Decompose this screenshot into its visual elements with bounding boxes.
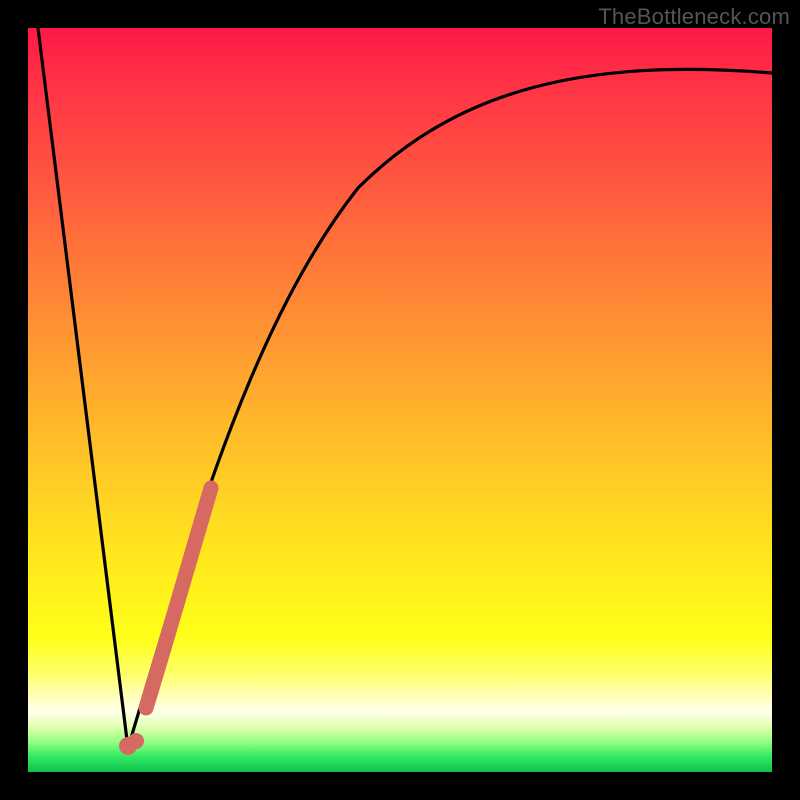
outer-frame: TheBottleneck.com	[0, 0, 800, 800]
highlight-segment	[146, 488, 211, 708]
right-branch	[128, 69, 772, 748]
curve-layer	[28, 28, 772, 772]
plot-area	[28, 28, 772, 772]
watermark-text: TheBottleneck.com	[598, 4, 790, 30]
highlight-dot	[119, 733, 144, 755]
left-branch	[38, 28, 128, 748]
